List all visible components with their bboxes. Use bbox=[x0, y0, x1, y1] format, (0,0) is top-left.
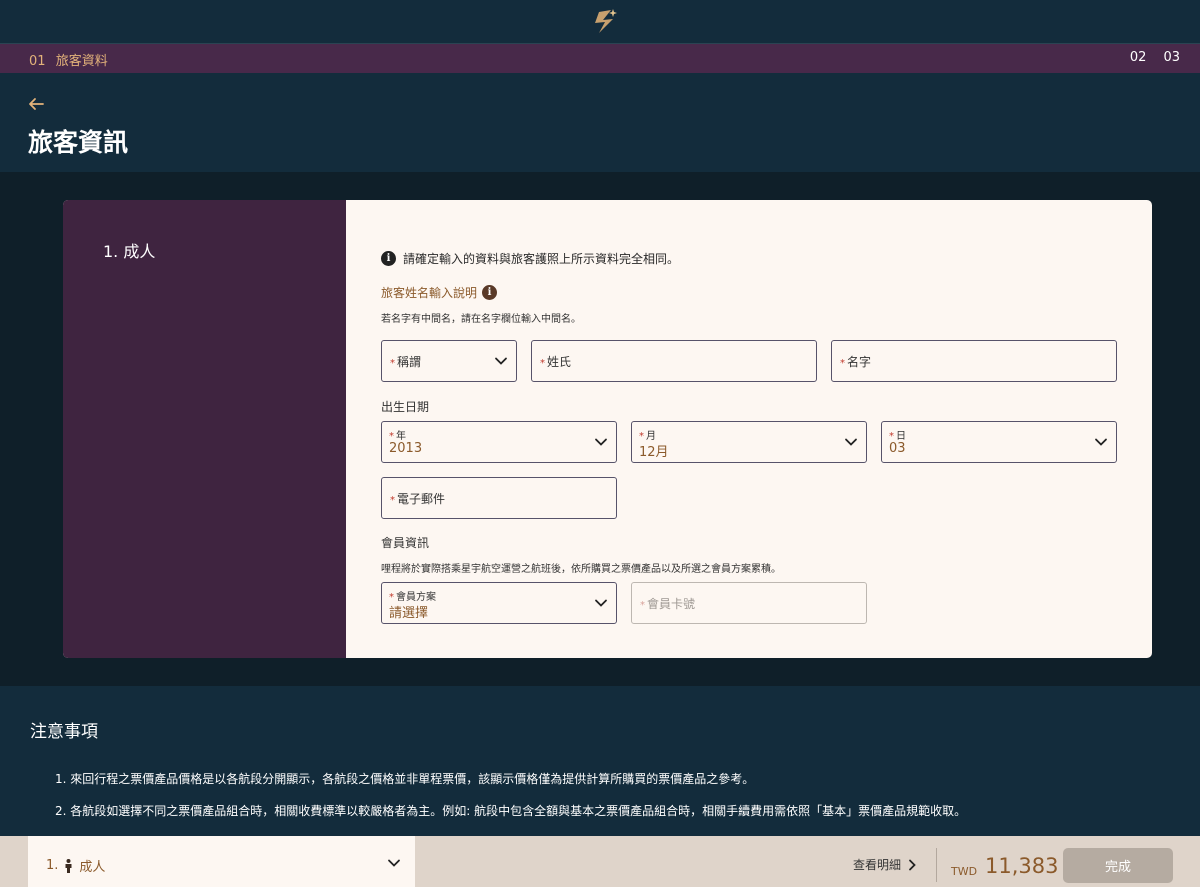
birth-month-label: * 月 bbox=[639, 431, 656, 442]
total-price: 11,383 bbox=[985, 854, 1059, 878]
page-header: 旅客資訊 bbox=[0, 73, 1200, 172]
title-select[interactable]: * 稱謂 bbox=[381, 340, 517, 382]
birth-year-select[interactable]: * 年 2013 bbox=[381, 421, 617, 463]
given-name-field-label: * 名字 bbox=[840, 355, 872, 369]
back-arrow-icon[interactable] bbox=[28, 97, 44, 111]
page-title: 旅客資訊 bbox=[28, 128, 129, 157]
birth-year-label: * 年 bbox=[389, 431, 406, 442]
progress-steps: 01 旅客資料 02 03 bbox=[0, 44, 1200, 73]
birth-day-select[interactable]: * 日 03 bbox=[881, 421, 1117, 463]
member-info-hint: 哩程將於實際搭乘星宇航空運營之航班後，依所購買之票價產品以及所選之會員方案累積。 bbox=[381, 564, 781, 575]
passport-notice-text: 請確定輸入的資料與旅客護照上所示資料完全相同。 bbox=[403, 252, 680, 266]
passenger-type: 成人 bbox=[79, 860, 106, 875]
upcoming-steps: 02 03 bbox=[1130, 50, 1180, 65]
starlux-logo-icon[interactable] bbox=[589, 6, 621, 36]
info-icon[interactable]: i bbox=[482, 285, 498, 300]
birth-month-value: 12月 bbox=[639, 445, 669, 460]
top-bar bbox=[0, 0, 1200, 44]
member-card-number-field[interactable]: * 會員卡號 bbox=[631, 582, 867, 624]
chevron-down-icon bbox=[388, 859, 400, 867]
info-icon: i bbox=[381, 251, 396, 266]
birth-month-select[interactable]: * 月 12月 bbox=[631, 421, 867, 463]
title-select-label: * 稱謂 bbox=[390, 355, 422, 369]
given-name-field[interactable]: * 名字 bbox=[831, 340, 1117, 382]
member-card-placeholder: * 會員卡號 bbox=[640, 597, 696, 611]
current-step: 01 旅客資料 bbox=[29, 50, 108, 69]
chevron-down-icon bbox=[595, 599, 607, 607]
view-details-label[interactable]: 查看明細 bbox=[853, 856, 901, 873]
name-help[interactable]: 旅客姓名輸入說明 i bbox=[381, 284, 498, 301]
birth-date-heading: 出生日期 bbox=[381, 400, 430, 414]
birth-year-value: 2013 bbox=[389, 441, 423, 456]
current-step-label: 旅客資料 bbox=[55, 54, 108, 69]
view-details-link[interactable]: 查看明細 bbox=[853, 856, 917, 873]
person-icon bbox=[65, 858, 72, 873]
passenger-form-area: 1. 成人 i 請確定輸入的資料與旅客護照上所示資料完全相同。 旅客姓名輸入說明… bbox=[0, 172, 1200, 686]
note-item: 2. 各航段如選擇不同之票價產品組合時，相關收費標準以較嚴格者為主。例如: 航段… bbox=[55, 804, 967, 818]
price-divider bbox=[936, 848, 937, 882]
done-button[interactable]: 完成 bbox=[1063, 848, 1173, 883]
surname-field[interactable]: * 姓氏 bbox=[531, 340, 817, 382]
notes-title: 注意事項 bbox=[30, 722, 98, 742]
passenger-number: 1. bbox=[46, 858, 59, 873]
current-step-number: 01 bbox=[29, 54, 46, 69]
birth-day-value: 03 bbox=[889, 441, 906, 456]
member-plan-label: * 會員方案 bbox=[389, 592, 436, 603]
name-help-hint: 若名字有中間名，請在名字欄位輸入中間名。 bbox=[381, 314, 581, 325]
passport-notice: i 請確定輸入的資料與旅客護照上所示資料完全相同。 bbox=[381, 250, 679, 267]
chevron-down-icon bbox=[495, 357, 507, 365]
member-plan-value: 請選擇 bbox=[389, 606, 429, 621]
chevron-down-icon bbox=[845, 438, 857, 446]
member-info-heading: 會員資訊 bbox=[381, 536, 430, 550]
passenger-type-label: 1. 成人 bbox=[103, 242, 156, 261]
notes-section: 注意事項 1. 來回行程之票價產品價格是以各航段分開顯示，各航段之價格並非單程票… bbox=[0, 686, 1200, 836]
name-help-title[interactable]: 旅客姓名輸入說明 bbox=[381, 284, 477, 301]
passenger-selector-text: 1. 成人 bbox=[46, 856, 105, 875]
surname-field-label: * 姓氏 bbox=[540, 355, 572, 369]
passenger-form: i 請確定輸入的資料與旅客護照上所示資料完全相同。 旅客姓名輸入說明 i 若名字… bbox=[346, 200, 1152, 658]
bottom-bar: 1. 成人 查看明細 TWD 11,383 完成 bbox=[0, 836, 1200, 887]
chevron-right-icon[interactable] bbox=[907, 859, 917, 871]
note-item: 1. 來回行程之票價產品價格是以各航段分開顯示，各航段之價格並非單程票價，該顯示… bbox=[55, 772, 755, 786]
currency-label: TWD bbox=[951, 865, 978, 878]
step-02: 02 bbox=[1129, 50, 1147, 65]
chevron-down-icon bbox=[1095, 438, 1107, 446]
step-03: 03 bbox=[1163, 50, 1180, 65]
chevron-down-icon bbox=[595, 438, 607, 446]
passenger-selector[interactable]: 1. 成人 bbox=[28, 836, 415, 887]
passenger-card-sidebar: 1. 成人 bbox=[63, 200, 346, 658]
email-field[interactable]: * 電子郵件 bbox=[381, 477, 617, 519]
member-plan-select[interactable]: * 會員方案 請選擇 bbox=[381, 582, 617, 624]
birth-day-label: * 日 bbox=[889, 431, 906, 442]
email-field-label: * 電子郵件 bbox=[390, 492, 446, 506]
passenger-card: 1. 成人 i 請確定輸入的資料與旅客護照上所示資料完全相同。 旅客姓名輸入說明… bbox=[63, 200, 1152, 658]
